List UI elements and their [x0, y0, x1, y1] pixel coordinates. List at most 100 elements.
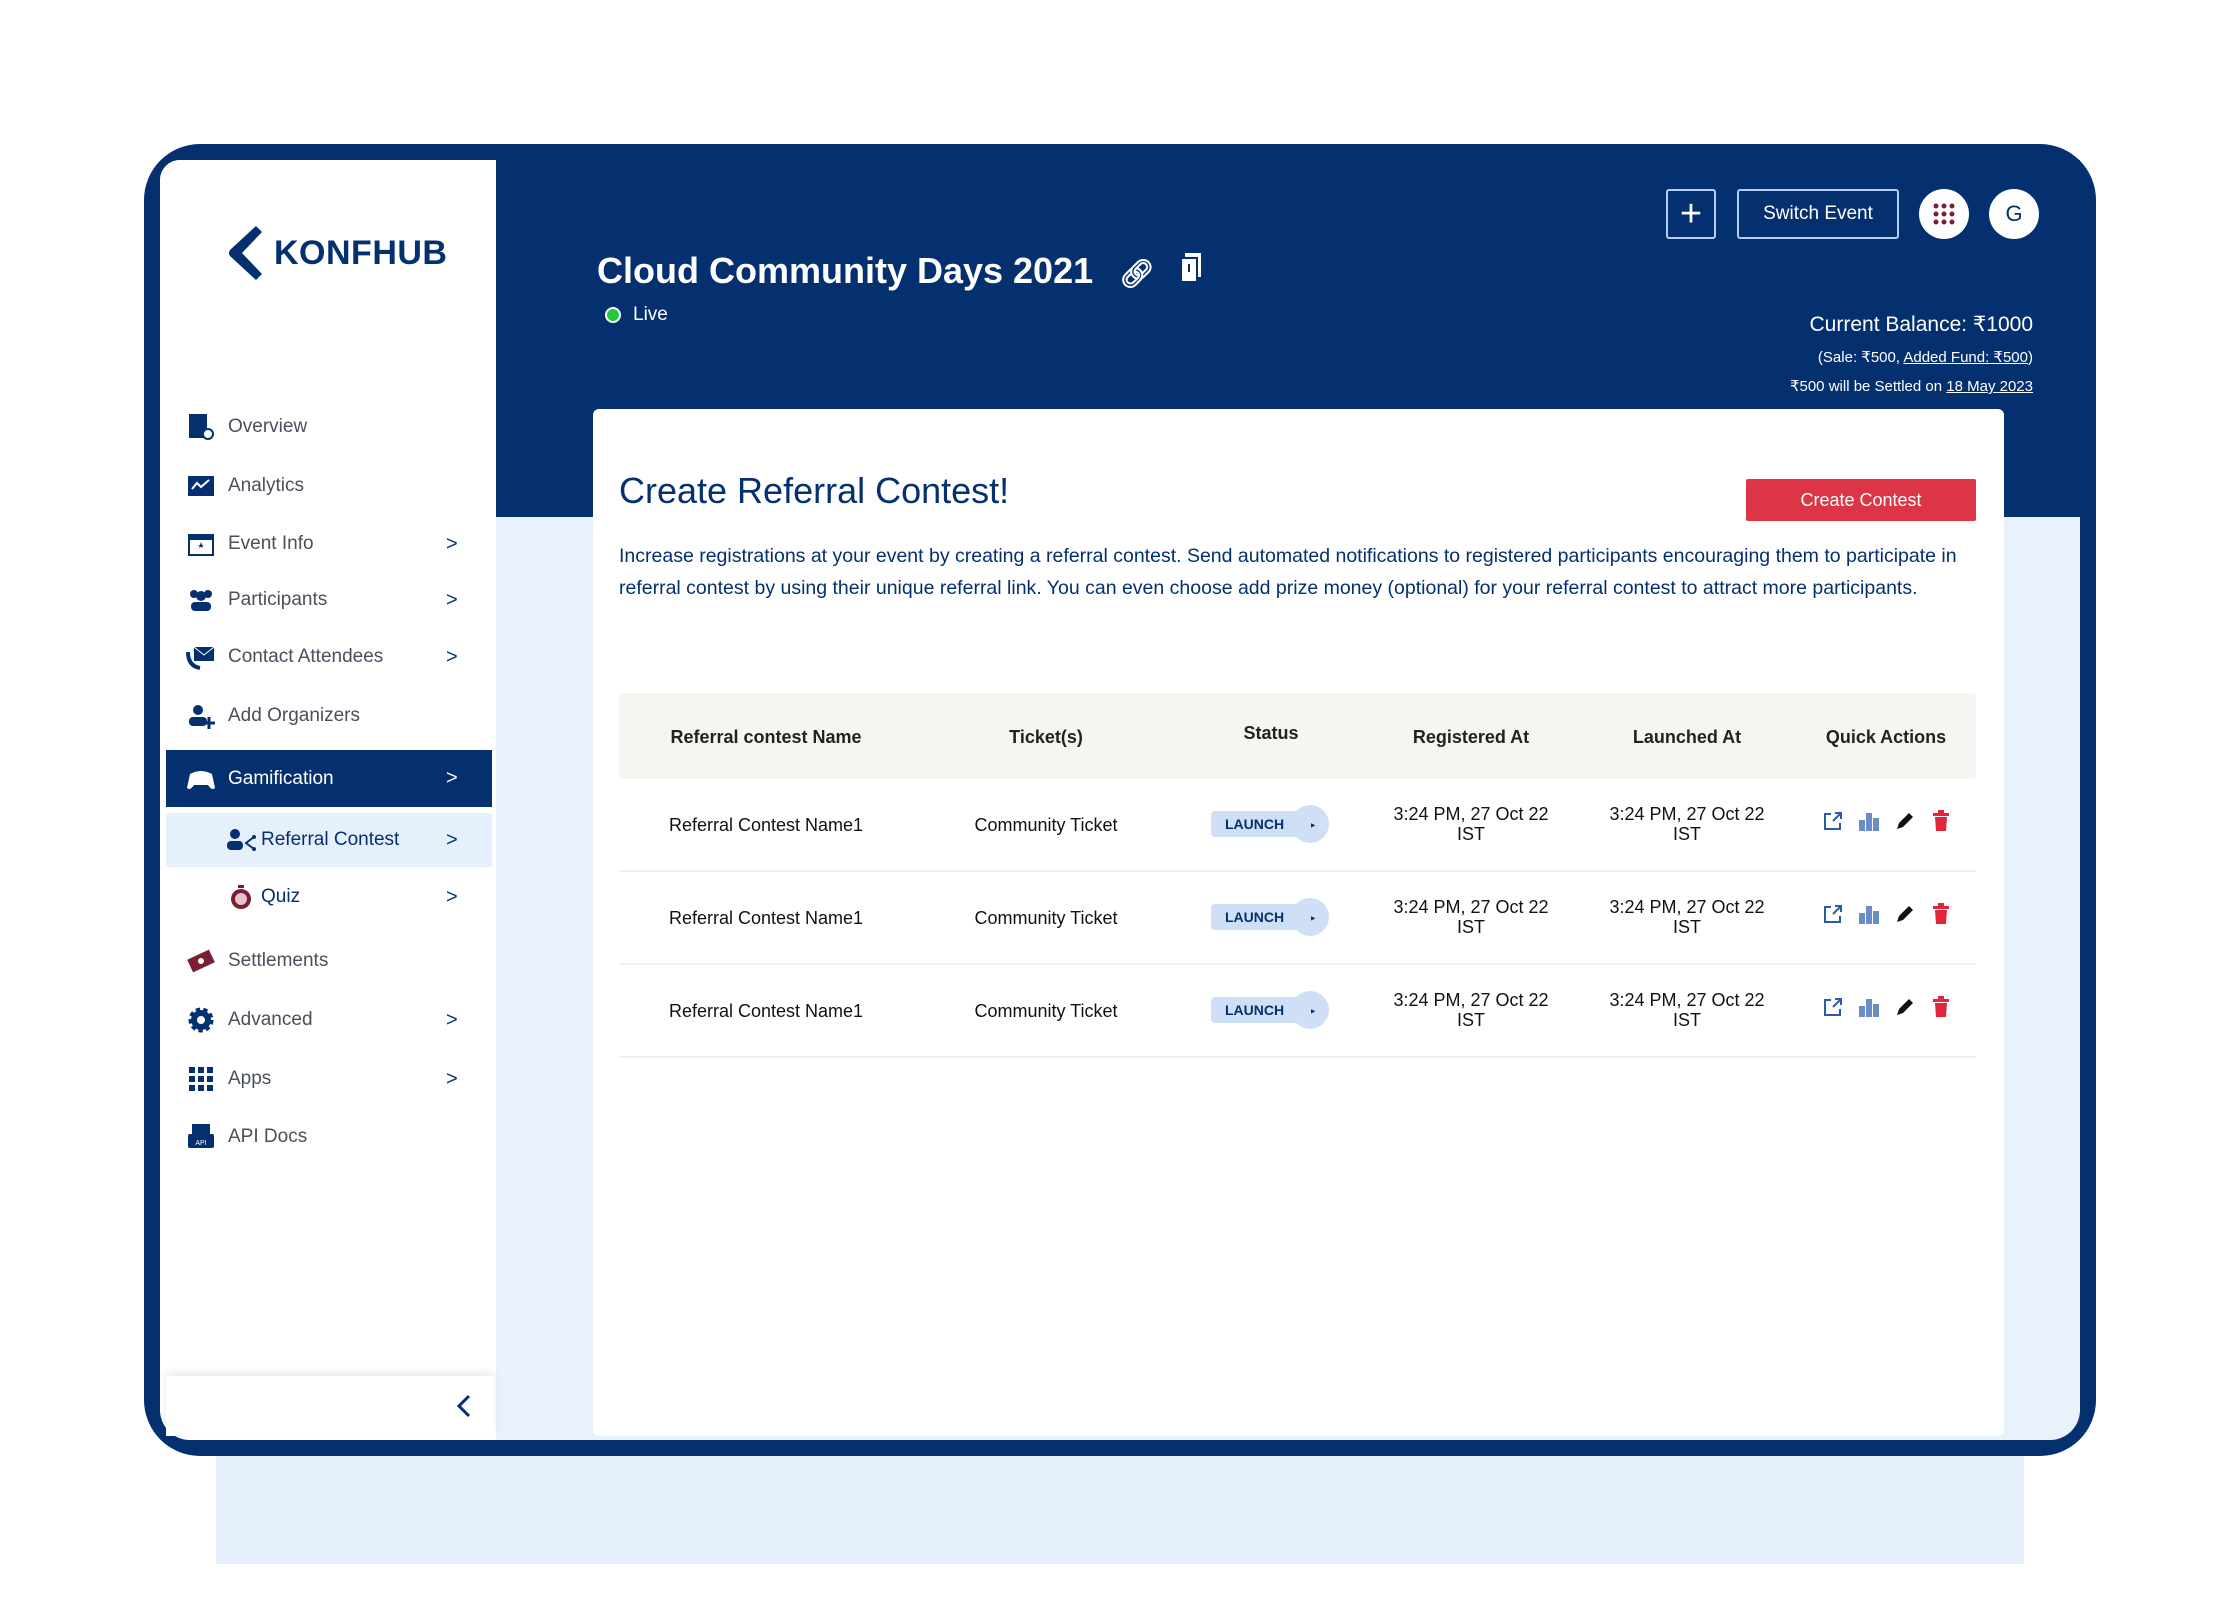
sidebar-item-label: Event Info: [228, 533, 314, 554]
launched-time: 3:24 PM, 27 Oct 22: [1609, 804, 1765, 824]
copy-icon[interactable]: [1179, 253, 1203, 283]
background-strip: [216, 1440, 2024, 1564]
launch-button[interactable]: ▶LAUNCH: [1211, 898, 1331, 936]
konfhub-logo[interactable]: KONFHUB: [228, 226, 447, 280]
chevron-right-icon: >: [446, 1067, 458, 1090]
current-balance: Current Balance: ₹1000: [1809, 313, 2034, 336]
contest-name: Referral Contest Name1: [668, 815, 864, 835]
launch-button[interactable]: ▶LAUNCH: [1211, 991, 1331, 1029]
column-header: Referral contest Name: [670, 727, 862, 747]
external-link-icon[interactable]: [1822, 902, 1844, 926]
sidebar-item-gamification[interactable]: Gamification >: [166, 750, 492, 807]
sidebar-item-api-docs[interactable]: API API Docs: [166, 1109, 492, 1165]
sidebar-item-apps[interactable]: Apps >: [166, 1051, 492, 1107]
sidebar-item-referral-contest[interactable]: Referral Contest >: [166, 813, 492, 867]
delete-icon[interactable]: [1930, 809, 1952, 833]
ticket-name: Community Ticket: [974, 1001, 1118, 1021]
sidebar-item-contact-attendees[interactable]: Contact Attendees >: [166, 629, 492, 685]
registered-time: 3:24 PM, 27 Oct 22: [1393, 804, 1549, 824]
external-link-icon[interactable]: [1822, 995, 1844, 1019]
sidebar-item-label: Gamification: [228, 767, 334, 789]
column-header: Launched At: [1632, 727, 1742, 747]
settle-text: ₹500 will be Settled on: [1789, 378, 1947, 395]
column-header: Quick Actions: [1825, 727, 1947, 747]
sidebar-item-event-info[interactable]: Event Info >: [166, 516, 492, 572]
settlement-info: ₹500 will be Settled on 18 May 2023: [1790, 377, 2033, 395]
launched-time: 3:24 PM, 27 Oct 22: [1609, 990, 1765, 1010]
table-row: Referral Contest Name1 Community Ticket …: [619, 965, 1976, 1058]
add-event-button[interactable]: +: [1666, 189, 1716, 239]
table-header: Referral contest Name Ticket(s) Status R…: [619, 693, 1976, 779]
grid-dots-icon: [1933, 203, 1955, 225]
sidebar-item-analytics[interactable]: Analytics: [166, 458, 492, 514]
launched-tz: IST: [1672, 1010, 1701, 1030]
launched-at: 3:24 PM, 27 Oct 22 IST: [1609, 804, 1764, 844]
edit-icon[interactable]: [1894, 809, 1916, 833]
create-contest-button[interactable]: Create Contest: [1746, 479, 1976, 521]
gamepad-icon: [186, 764, 216, 794]
ticket-name: Community Ticket: [974, 815, 1118, 835]
launched-tz: IST: [1672, 824, 1701, 844]
sidebar-item-label: Analytics: [228, 475, 305, 496]
registered-at: 3:24 PM, 27 Oct 22 IST: [1393, 990, 1548, 1030]
event-title: Cloud Community Days 2021 🔗︎: [597, 250, 1203, 292]
switch-event-button[interactable]: Switch Event: [1737, 189, 1899, 239]
chevron-right-icon: >: [446, 767, 458, 789]
leaderboard-icon[interactable]: [1858, 902, 1880, 926]
chevron-right-icon: >: [446, 828, 458, 851]
registered-at: 3:24 PM, 27 Oct 22 IST: [1393, 897, 1548, 937]
users-icon: [186, 585, 216, 615]
column-header: Registered At: [1412, 727, 1530, 747]
leaderboard-icon[interactable]: [1858, 995, 1880, 1019]
column-header: Ticket(s): [1009, 727, 1083, 747]
launch-label: LAUNCH: [1211, 997, 1311, 1023]
ticket-name: Community Ticket: [974, 908, 1118, 928]
sidebar-item-label: Settlements: [228, 950, 329, 971]
added-fund-link[interactable]: Added Fund: ₹500: [1903, 349, 2028, 366]
link-icon[interactable]: 🔗︎: [1119, 258, 1155, 289]
settle-date-link[interactable]: 18 May 2023: [1946, 378, 2033, 395]
collapse-sidebar-button[interactable]: [166, 1376, 494, 1436]
live-dot-icon: [605, 307, 621, 323]
delete-icon[interactable]: [1930, 902, 1952, 926]
sidebar-item-add-organizers[interactable]: Add Organizers: [166, 688, 492, 744]
status-badge: Live: [605, 304, 668, 326]
sidebar-item-participants[interactable]: Participants >: [166, 572, 492, 628]
stopwatch-icon: [226, 882, 256, 912]
launch-button[interactable]: ▶LAUNCH: [1211, 805, 1331, 843]
edit-icon[interactable]: [1894, 902, 1916, 926]
chevron-right-icon: >: [446, 645, 458, 668]
registered-at: 3:24 PM, 27 Oct 22 IST: [1393, 804, 1548, 844]
launched-tz: IST: [1672, 917, 1701, 937]
user-share-icon: [226, 825, 256, 855]
balance-breakdown: (Sale: ₹500, Added Fund: ₹500): [1818, 348, 2033, 366]
apps-grid-button[interactable]: [1919, 189, 1969, 239]
leaderboard-icon[interactable]: [1858, 809, 1880, 833]
sidebar-item-overview[interactable]: Overview: [166, 399, 492, 455]
delete-icon[interactable]: [1930, 995, 1952, 1019]
sidebar-item-advanced[interactable]: Advanced >: [166, 992, 492, 1048]
column-header: Status: [1243, 723, 1299, 743]
mail-phone-icon: [186, 642, 216, 672]
sidebar-item-label: API Docs: [228, 1126, 308, 1147]
event-title-text: Cloud Community Days 2021: [597, 250, 1094, 291]
avatar[interactable]: G: [1989, 189, 2039, 239]
page-description: Increase registrations at your event by …: [619, 545, 1957, 599]
chevron-right-icon: >: [446, 1008, 458, 1031]
sidebar-item-label: Referral Contest: [261, 829, 400, 850]
launched-time: 3:24 PM, 27 Oct 22: [1609, 897, 1765, 917]
edit-icon[interactable]: [1894, 995, 1916, 1019]
analytics-icon: [186, 471, 216, 501]
sidebar-item-quiz[interactable]: Quiz >: [166, 869, 492, 925]
external-link-icon[interactable]: [1822, 809, 1844, 833]
sale-amount: (Sale: ₹500,: [1817, 349, 1904, 366]
page-title: Create Referral Contest!: [619, 470, 1010, 511]
sidebar-item-settlements[interactable]: Settlements: [166, 933, 492, 989]
gear-icon: [186, 1005, 216, 1035]
grid-icon: [186, 1064, 216, 1094]
table-row: Referral Contest Name1 Community Ticket …: [619, 779, 1976, 872]
logo-text: KONFHUB: [274, 233, 448, 272]
chevron-right-icon: >: [446, 532, 458, 555]
quick-actions: [1822, 809, 1952, 833]
launched-at: 3:24 PM, 27 Oct 22 IST: [1609, 897, 1764, 937]
